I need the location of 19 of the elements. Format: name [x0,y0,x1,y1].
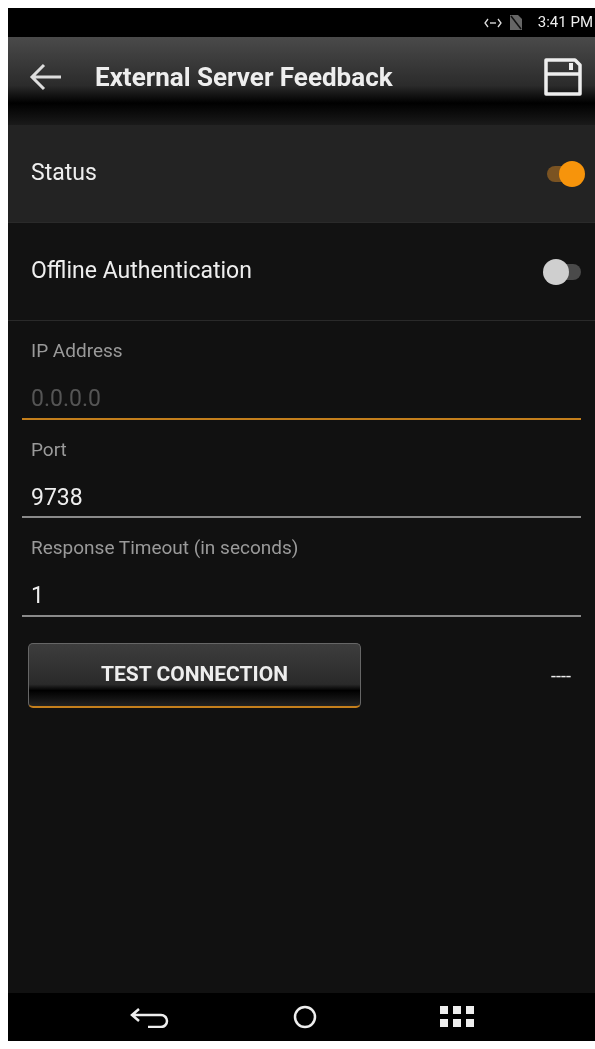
apps-grid-icon[interactable] [439,1006,474,1028]
setting-label: Offline Authentication [31,256,252,287]
home-icon[interactable] [293,1005,318,1029]
text-field[interactable]: 0.0.0.0 [22,379,581,420]
field-label: IP Address [30,338,124,364]
test-connection-button[interactable]: TEST CONNECTION [28,642,361,708]
field-label: Response Timeout (in seconds) [30,535,300,561]
no-sim-icon [509,15,522,30]
text-field[interactable]: 9738 [22,478,581,518]
text-field[interactable]: 1 [22,576,581,617]
save-icon[interactable] [543,57,583,97]
setting-label: Status [31,158,97,189]
field-label: Port [30,436,68,463]
screen-title: External Server Feedback [95,60,394,94]
data-transfer-icon [483,17,502,28]
back-arrow-icon[interactable] [28,62,64,92]
setting-row[interactable]: Status [8,125,595,223]
connection-result: ---- [551,663,571,688]
clock-time: 3:41 PM [537,12,593,34]
